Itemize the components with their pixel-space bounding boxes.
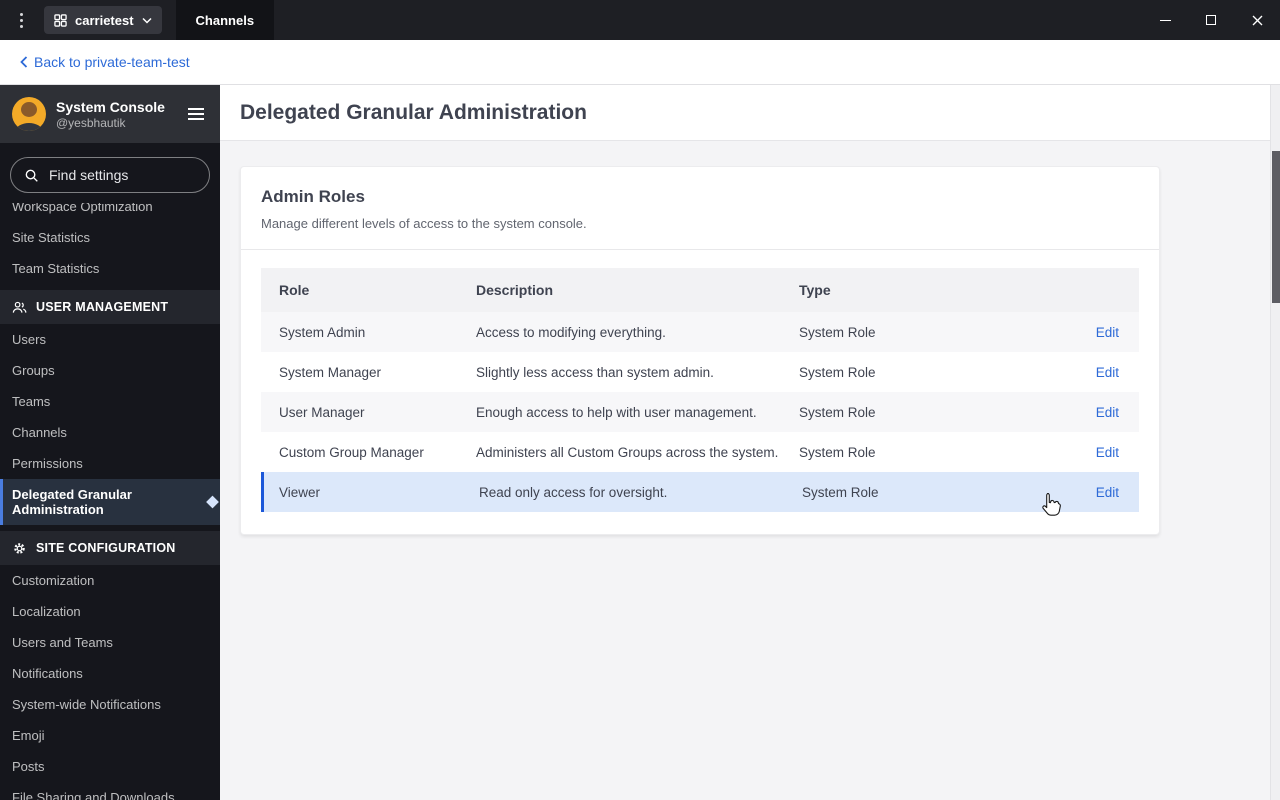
role-cell: User Manager [279, 404, 365, 420]
table-row-user-manager[interactable]: User Manager Enough access to help with … [261, 392, 1139, 432]
table-row-viewer[interactable]: Viewer Read only access for oversight. S… [261, 472, 1139, 512]
table-row-system-manager[interactable]: System Manager Slightly less access than… [261, 352, 1139, 392]
edit-link[interactable]: Edit [1096, 405, 1119, 420]
role-cell: System Manager [279, 364, 382, 380]
edit-link[interactable]: Edit [1096, 325, 1119, 340]
role-cell: Custom Group Manager [279, 444, 424, 460]
sidebar-search-wrap [0, 143, 220, 203]
main-panel: Delegated Granular Administration Admin … [220, 85, 1280, 800]
console-username: @yesbhautik [56, 115, 126, 130]
tab-channels[interactable]: Channels [175, 0, 275, 40]
minimize-button[interactable] [1142, 0, 1188, 40]
description-cell: Slightly less access than system admin. [476, 364, 714, 380]
sidebar-item-site-statistics[interactable]: Site Statistics [0, 222, 220, 253]
page-title: Delegated Granular Administration [240, 100, 587, 124]
type-cell: System Role [799, 404, 876, 420]
section-site-configuration: SITE CONFIGURATION [0, 531, 220, 565]
sidebar-item-system-wide-notifications[interactable]: System-wide Notifications [0, 689, 220, 720]
type-cell: System Role [799, 364, 876, 380]
description-cell: Read only access for oversight. [479, 484, 668, 500]
sidebar-item-permissions[interactable]: Permissions [0, 448, 220, 479]
sidebar-item-delegated-granular-administration[interactable]: Delegated Granular Administration [0, 479, 220, 525]
role-cell: Viewer [279, 484, 321, 500]
titlebar: carrietest Channels [0, 0, 1280, 40]
table-row-custom-group-manager[interactable]: Custom Group Manager Administers all Cus… [261, 432, 1139, 472]
search-input[interactable] [47, 166, 187, 184]
console-title: System Console [56, 98, 165, 115]
hamburger-menu-icon[interactable] [184, 104, 208, 124]
sidebar-nav: Workspace Optimization Site Statistics T… [0, 203, 220, 800]
sidebar-item-channels[interactable]: Channels [0, 417, 220, 448]
sidebar-item-emoji[interactable]: Emoji [0, 720, 220, 751]
card-description: Manage different levels of access to the… [261, 216, 587, 231]
close-button[interactable] [1234, 0, 1280, 40]
sidebar-item-team-statistics[interactable]: Team Statistics [0, 253, 220, 284]
users-icon [12, 300, 27, 315]
table-row-system-admin[interactable]: System Admin Access to modifying everyth… [261, 312, 1139, 352]
page-body: Admin Roles Manage different levels of a… [220, 141, 1280, 560]
search-input-wrap[interactable] [10, 157, 210, 193]
sidebar-item-label: Delegated Granular Administration [12, 487, 132, 517]
section-user-management: USER MANAGEMENT [0, 290, 220, 324]
sidebar-item-groups[interactable]: Groups [0, 355, 220, 386]
description-cell: Enough access to help with user manageme… [476, 404, 757, 420]
sidebar-item-notifications[interactable]: Notifications [0, 658, 220, 689]
back-link[interactable]: Back to private-team-test [20, 54, 190, 70]
sidebar-header: System Console @yesbhautik [0, 85, 220, 143]
sidebar-item-customization[interactable]: Customization [0, 565, 220, 596]
column-description: Description [476, 282, 554, 298]
type-cell: System Role [799, 324, 876, 340]
edit-link[interactable]: Edit [1096, 445, 1119, 460]
description-cell: Access to modifying everything. [476, 324, 666, 340]
roles-table: Role Description Type System Admin Acces… [241, 250, 1159, 534]
description-cell: Administers all Custom Groups across the… [476, 444, 779, 460]
role-cell: System Admin [279, 324, 366, 340]
card-title: Admin Roles [261, 187, 365, 206]
team-name-label: carrietest [75, 12, 134, 28]
team-selector[interactable]: carrietest [44, 6, 162, 34]
sidebar-item-teams[interactable]: Teams [0, 386, 220, 417]
tab-channels-label: Channels [195, 12, 255, 28]
type-cell: System Role [799, 444, 876, 460]
app-window: carrietest Channels Back to private-team… [0, 0, 1280, 800]
table-header-row: Role Description Type [261, 268, 1139, 312]
back-bar: Back to private-team-test [0, 40, 1280, 85]
team-grid-icon [54, 13, 67, 27]
system-console-sidebar: System Console @yesbhautik Workspace Opt… [0, 85, 220, 800]
maximize-button[interactable] [1188, 0, 1234, 40]
section-user-management-label: USER MANAGEMENT [36, 300, 169, 314]
sidebar-item-workspace-optimization[interactable]: Workspace Optimization [0, 203, 220, 222]
section-site-configuration-label: SITE CONFIGURATION [36, 541, 176, 555]
user-avatar[interactable] [12, 97, 46, 131]
column-type: Type [799, 282, 831, 298]
vertical-scrollbar[interactable] [1270, 85, 1280, 800]
console-identity: System Console @yesbhautik [56, 99, 174, 130]
search-icon [24, 168, 39, 183]
chevron-down-icon [142, 17, 152, 24]
sidebar-item-file-sharing-and-downloads[interactable]: File Sharing and Downloads [0, 782, 220, 800]
scrollbar-thumb[interactable] [1272, 151, 1280, 303]
page-header: Delegated Granular Administration [220, 85, 1280, 141]
gear-icon [12, 541, 27, 556]
active-item-arrow-icon [206, 495, 219, 509]
back-link-label: Back to private-team-test [34, 54, 190, 70]
card-header: Admin Roles Manage different levels of a… [241, 167, 1159, 250]
sidebar-item-posts[interactable]: Posts [0, 751, 220, 782]
sidebar-item-localization[interactable]: Localization [0, 596, 220, 627]
edit-link[interactable]: Edit [1096, 365, 1119, 380]
window-controls [1142, 0, 1280, 40]
chevron-left-icon [20, 56, 28, 68]
content-area: System Console @yesbhautik Workspace Opt… [0, 85, 1280, 800]
kebab-menu-icon[interactable] [0, 0, 42, 40]
column-role: Role [279, 282, 310, 298]
type-cell: System Role [802, 484, 879, 500]
sidebar-item-users-and-teams[interactable]: Users and Teams [0, 627, 220, 658]
sidebar-item-users[interactable]: Users [0, 324, 220, 355]
admin-roles-card: Admin Roles Manage different levels of a… [240, 166, 1160, 535]
edit-link[interactable]: Edit [1096, 485, 1119, 500]
